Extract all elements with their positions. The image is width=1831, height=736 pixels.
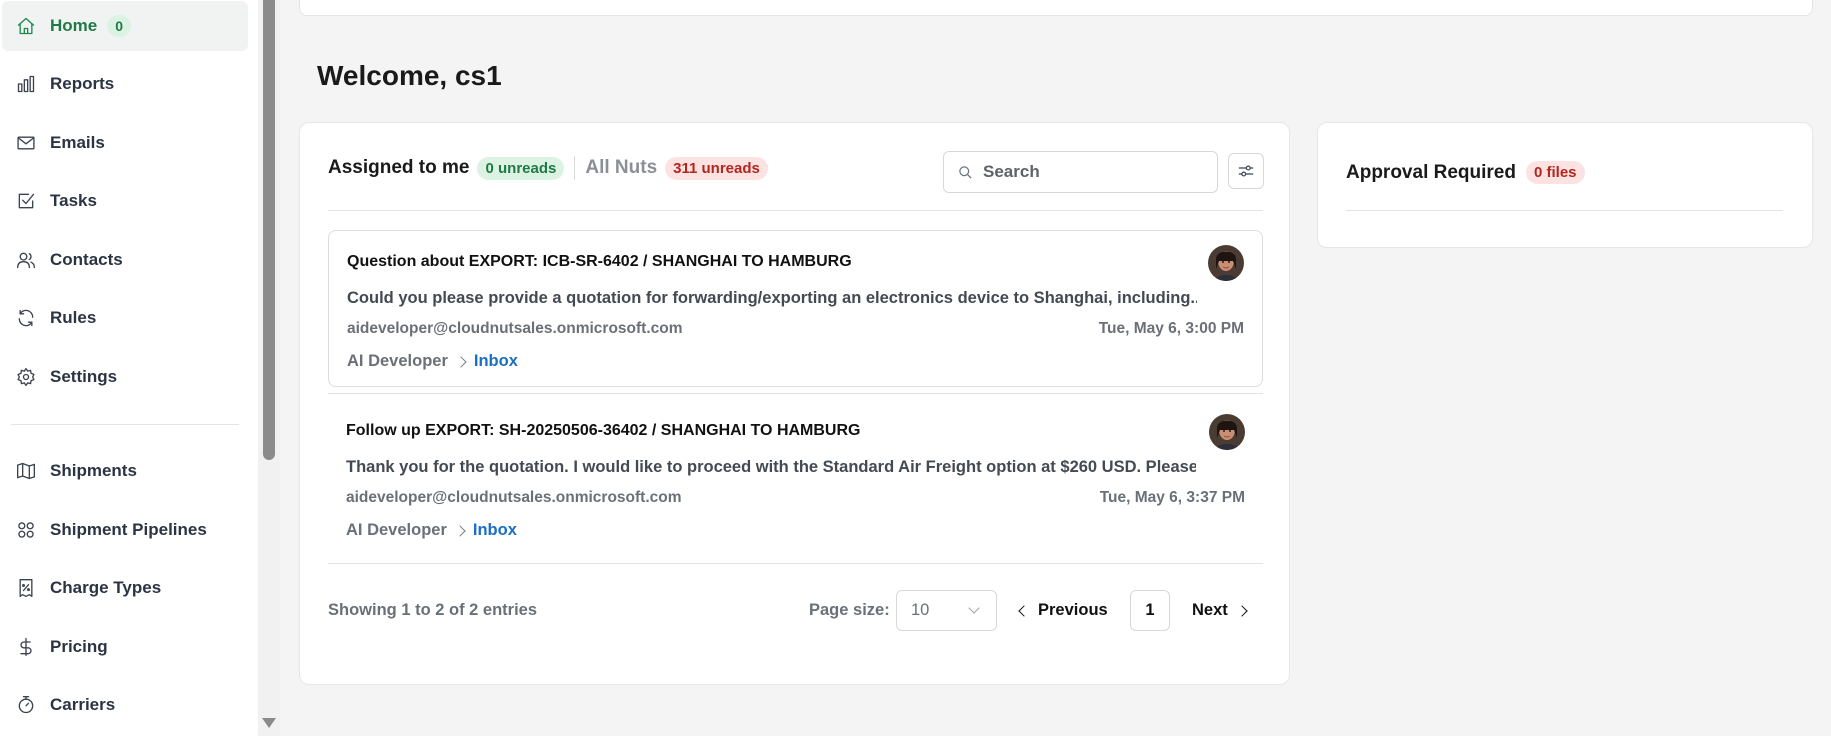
next-page-button[interactable]: Next: [1192, 590, 1248, 631]
chevron-right-icon: [1236, 604, 1248, 617]
email-folder-link[interactable]: Inbox: [473, 521, 517, 540]
sidebar: Home 0 Reports Emails Tasks Contacts Rul…: [0, 0, 258, 736]
sidebar-item-settings[interactable]: Settings: [2, 352, 248, 402]
sidebar-item-tasks[interactable]: Tasks: [2, 176, 248, 226]
email-subject: Follow up EXPORT: SH-20250506-36402 / SH…: [346, 422, 861, 439]
filter-button[interactable]: [1228, 153, 1264, 189]
email-tabs: Assigned to me 0 unreads All Nuts 311 un…: [328, 153, 768, 183]
email-preview: Thank you for the quotation. I would lik…: [346, 458, 1196, 476]
sidebar-item-label: Tasks: [50, 191, 97, 210]
map-icon: [14, 459, 38, 483]
previous-label: Previous: [1038, 601, 1108, 619]
assigned-unreads-badge: 0 unreads: [477, 156, 565, 180]
previous-page-button[interactable]: Previous: [1018, 590, 1108, 631]
sidebar-item-label: Contacts: [50, 250, 123, 269]
email-account: AI Developer: [347, 352, 448, 370]
entries-summary: Showing 1 to 2 of 2 entries: [328, 601, 538, 619]
receipt-icon: [14, 576, 38, 600]
divider: [328, 210, 1263, 211]
next-label: Next: [1192, 601, 1228, 619]
email-folder-link[interactable]: Inbox: [474, 352, 518, 371]
sidebar-item-label: Reports: [50, 74, 115, 93]
sidebar-item-contacts[interactable]: Contacts: [2, 235, 248, 285]
page-size-select[interactable]: 10: [896, 590, 997, 631]
tab-assigned-to-me[interactable]: Assigned to me: [328, 157, 469, 179]
email-subject: Question about EXPORT: ICB-SR-6402 / SHA…: [347, 253, 852, 270]
email-list-item[interactable]: Question about EXPORT: ICB-SR-6402 / SHA…: [328, 230, 1263, 387]
checkbox-icon: [14, 189, 38, 213]
sidebar-item-label: Charge Types: [50, 578, 162, 597]
page-size-value: 10: [911, 601, 930, 619]
avatar: [1208, 245, 1244, 281]
sidebar-item-label: Home: [50, 16, 98, 35]
page-number-button[interactable]: 1: [1130, 590, 1170, 631]
home-badge: 0: [107, 15, 132, 37]
chevron-right-icon: [454, 524, 466, 537]
sidebar-item-label: Carriers: [50, 695, 116, 714]
tab-separator: [574, 156, 576, 180]
dollar-icon: [14, 635, 38, 659]
search-field[interactable]: [943, 151, 1218, 193]
sidebar-item-label: Rules: [50, 308, 97, 327]
sidebar-item-emails[interactable]: Emails: [2, 118, 248, 168]
divider: [328, 393, 1263, 394]
sidebar-item-label: Pricing: [50, 637, 108, 656]
grid-icon: [14, 518, 38, 542]
home-icon: [14, 14, 38, 38]
avatar: [1209, 414, 1245, 450]
email-sender: aideveloper@cloudnutsales.onmicrosoft.co…: [347, 320, 683, 337]
page-title: Welcome, cs1: [317, 60, 502, 91]
chevron-left-icon: [1018, 604, 1030, 617]
scrollbar-thumb[interactable]: [263, 0, 275, 460]
sidebar-item-home[interactable]: Home 0: [2, 1, 248, 51]
email-preview: Could you please provide a quotation for…: [347, 289, 1197, 307]
sliders-icon: [1238, 165, 1254, 177]
sidebar-item-label: Shipments: [50, 461, 137, 480]
chevron-down-icon: [968, 602, 980, 614]
email-account: AI Developer: [346, 521, 447, 539]
scroll-down-arrow-icon[interactable]: [262, 718, 276, 728]
email-date: Tue, May 6, 3:37 PM: [1099, 489, 1245, 506]
gear-icon: [14, 365, 38, 389]
users-icon: [14, 248, 38, 272]
sidebar-item-shipment-pipelines[interactable]: Shipment Pipelines: [2, 505, 248, 555]
divider: [1346, 210, 1783, 211]
sidebar-item-label: Settings: [50, 367, 118, 386]
sidebar-item-pricing[interactable]: Pricing: [2, 622, 248, 672]
approval-card: Approval Required 0 files: [1317, 122, 1813, 248]
approval-files-badge: 0 files: [1525, 161, 1585, 184]
tab-all-nuts[interactable]: All Nuts: [585, 157, 657, 179]
approval-title: Approval Required: [1346, 161, 1516, 183]
sidebar-divider: [11, 424, 239, 425]
email-list-item[interactable]: Follow up EXPORT: SH-20250506-36402 / SH…: [328, 400, 1263, 557]
sidebar-item-carriers[interactable]: Carriers: [2, 680, 248, 730]
divider: [328, 563, 1263, 564]
all-nuts-unreads-badge: 311 unreads: [665, 156, 768, 180]
bar-chart-icon: [14, 72, 38, 96]
refresh-icon: [14, 306, 38, 330]
approval-header: Approval Required 0 files: [1346, 161, 1585, 184]
email-breadcrumb: AI Developer Inbox: [346, 521, 517, 540]
sidebar-item-charge-types[interactable]: Charge Types: [2, 563, 248, 613]
page-size-label: Page size:: [809, 601, 890, 619]
search-icon: [959, 165, 972, 179]
email-date: Tue, May 6, 3:00 PM: [1098, 320, 1244, 337]
email-list-card: Assigned to me 0 unreads All Nuts 311 un…: [299, 122, 1290, 685]
top-card: [299, 0, 1813, 16]
sidebar-item-shipments[interactable]: Shipments: [2, 446, 248, 496]
stopwatch-icon: [14, 693, 38, 717]
sidebar-item-reports[interactable]: Reports: [2, 59, 248, 109]
search-input[interactable]: [983, 162, 1203, 182]
email-sender: aideveloper@cloudnutsales.onmicrosoft.co…: [346, 489, 682, 506]
chevron-right-icon: [455, 355, 467, 368]
sidebar-item-rules[interactable]: Rules: [2, 293, 248, 343]
email-breadcrumb: AI Developer Inbox: [347, 352, 518, 371]
mail-icon: [14, 131, 38, 155]
sidebar-item-label: Emails: [50, 133, 105, 152]
sidebar-item-label: Shipment Pipelines: [50, 520, 207, 539]
